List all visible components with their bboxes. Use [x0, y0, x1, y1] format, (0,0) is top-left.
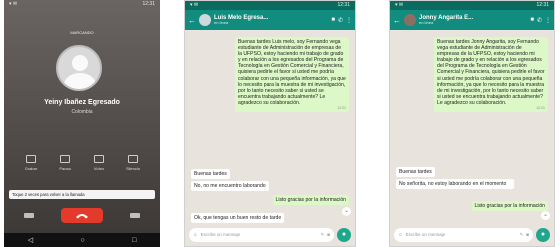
video-icon: [94, 155, 104, 163]
phone-icon[interactable]: ✆: [537, 17, 542, 24]
keypad-button[interactable]: [130, 213, 140, 218]
more-options-icon[interactable]: ⋮: [545, 17, 551, 24]
contact-info[interactable]: Luis Melo Egresa... en línea: [214, 15, 328, 25]
phone-icon[interactable]: ✆: [338, 17, 343, 24]
record-label: Grabar: [24, 166, 38, 171]
contact-presence: en línea: [419, 20, 434, 25]
scroll-down-icon[interactable]: ⌄: [342, 207, 351, 216]
message-composer: ☺ Escribe un mensaje ✎ ◙ ●: [394, 227, 550, 242]
call-status: MARCANDO: [70, 30, 94, 35]
contact-location: Colombia: [71, 109, 93, 115]
more-options-icon[interactable]: ⋮: [346, 17, 352, 24]
message-text: No, no me encuentro laborando: [194, 183, 266, 189]
scroll-down-icon[interactable]: ⌄: [541, 211, 550, 220]
call-controls: Grabar Pausa Vídeo Silencio: [14, 155, 150, 171]
mute-label: Silencio: [125, 166, 140, 171]
recents-nav-icon[interactable]: □: [132, 237, 136, 244]
contact-avatar[interactable]: [199, 14, 211, 26]
hold-label: Pausa: [59, 166, 71, 171]
attach-icon[interactable]: ✎: [321, 232, 325, 238]
video-button[interactable]: Vídeo: [82, 155, 116, 171]
incoming-message: Ok, que tengas un buen resto de tarde: [191, 213, 285, 224]
mute-icon: [128, 155, 138, 163]
message-time: 12:21: [337, 106, 346, 111]
pause-icon: [60, 155, 70, 163]
end-call-button[interactable]: [61, 208, 103, 223]
back-nav-icon[interactable]: ◁: [28, 236, 33, 244]
mic-button[interactable]: ●: [536, 227, 550, 242]
incoming-message: No, no me encuentro laborando: [191, 181, 269, 192]
message-input[interactable]: ☺ Escribe un mensaje ✎ ◙: [189, 227, 334, 242]
message-text: Buenas tardes Luis melo, soy Fernando ve…: [238, 39, 346, 106]
avatar-body-shape: [64, 73, 96, 89]
toast-message: Toque 2 veces para volver a la llamada: [9, 190, 155, 199]
chat-screen-luis: ▾ ✉ 12:31 ← Luis Melo Egresa... en línea…: [184, 0, 356, 247]
message-placeholder: Escribe un mensaje: [405, 232, 446, 237]
status-bar: ▾ ✉ 12:31: [4, 0, 160, 9]
incoming-message: Buenas tardes: [396, 167, 435, 178]
contact-avatar: [56, 45, 102, 91]
contact-name: Yeiny Ibañez Egresado: [44, 99, 120, 106]
record-button[interactable]: Grabar: [14, 155, 48, 171]
emoji-icon[interactable]: ☺: [398, 232, 403, 237]
attach-icon[interactable]: ✎: [520, 232, 524, 238]
contact-avatar[interactable]: [404, 14, 416, 26]
back-arrow-icon[interactable]: ←: [188, 16, 196, 25]
chat-screen-jonny: ▾ ✉ 12:31 ← Jonny Angarita E... en línea…: [389, 0, 555, 247]
message-text: Buenas tardes: [399, 169, 432, 175]
status-icons: ▾ ✉: [9, 1, 18, 7]
message-placeholder: Escribe un mensaje: [200, 232, 241, 237]
speaker-button[interactable]: [24, 213, 34, 218]
status-icons: ▾ ✉: [190, 2, 199, 8]
call-screen: ▾ ✉ 12:31 MARCANDO Yeiny Ibañez Egresado…: [4, 0, 160, 247]
outgoing-message: Listo gracias por la información: [272, 195, 349, 206]
android-nav-bar: ◁ ○ □: [4, 233, 160, 247]
hangup-icon: [76, 214, 88, 219]
status-time: 12:31: [337, 2, 350, 8]
hold-button[interactable]: Pausa: [48, 155, 82, 171]
record-icon: [26, 155, 36, 163]
chat-header: ← Jonny Angarita E... en línea ■ ✆ ⋮: [390, 10, 554, 30]
incoming-message: Buenas tardes: [191, 169, 230, 180]
status-time: 12:31: [142, 1, 155, 7]
avatar-head-shape: [72, 55, 88, 71]
chat-header: ← Luis Melo Egresa... en línea ■ ✆ ⋮: [185, 10, 355, 30]
emoji-icon[interactable]: ☺: [193, 232, 198, 237]
message-composer: ☺ Escribe un mensaje ✎ ◙ ●: [189, 227, 351, 242]
video-call-icon[interactable]: ■: [530, 17, 534, 23]
message-time: 12:21: [536, 106, 545, 111]
message-text: Buenas tardes: [194, 171, 227, 177]
incoming-message: No señorita, no estoy laborando en el mo…: [396, 179, 514, 190]
mic-button[interactable]: ●: [337, 227, 351, 242]
message-text: Listo gracias por la información: [474, 203, 546, 209]
camera-icon[interactable]: ◙: [327, 232, 330, 237]
message-text: Listo gracias por la información: [275, 197, 347, 203]
back-arrow-icon[interactable]: ←: [393, 16, 401, 25]
home-nav-icon[interactable]: ○: [80, 237, 84, 244]
contact-presence: en línea: [214, 20, 229, 25]
outgoing-message: Buenas tardes Luis melo, soy Fernando ve…: [235, 37, 349, 113]
video-call-icon[interactable]: ■: [331, 17, 335, 23]
outgoing-message: Listo gracias por la información: [471, 201, 548, 212]
message-text: No señorita, no estoy laborando en el mo…: [399, 181, 507, 187]
message-text: Ok, que tengas un buen resto de tarde: [194, 215, 282, 221]
camera-icon[interactable]: ◙: [526, 232, 529, 237]
mute-button[interactable]: Silencio: [116, 155, 150, 171]
message-text: Buenas tardes Jonny Angarita, soy Fernan…: [437, 39, 545, 106]
status-icons: ▾ ✉: [395, 2, 404, 8]
message-input[interactable]: ☺ Escribe un mensaje ✎ ◙: [394, 227, 533, 242]
video-label: Vídeo: [93, 166, 105, 171]
status-bar: ▾ ✉ 12:31: [390, 1, 554, 10]
contact-info[interactable]: Jonny Angarita E... en línea: [419, 15, 527, 25]
status-bar: ▾ ✉ 12:31: [185, 1, 355, 10]
status-time: 12:31: [536, 2, 549, 8]
outgoing-message: Buenas tardes Jonny Angarita, soy Fernan…: [434, 37, 548, 113]
end-call-row: [4, 208, 160, 223]
